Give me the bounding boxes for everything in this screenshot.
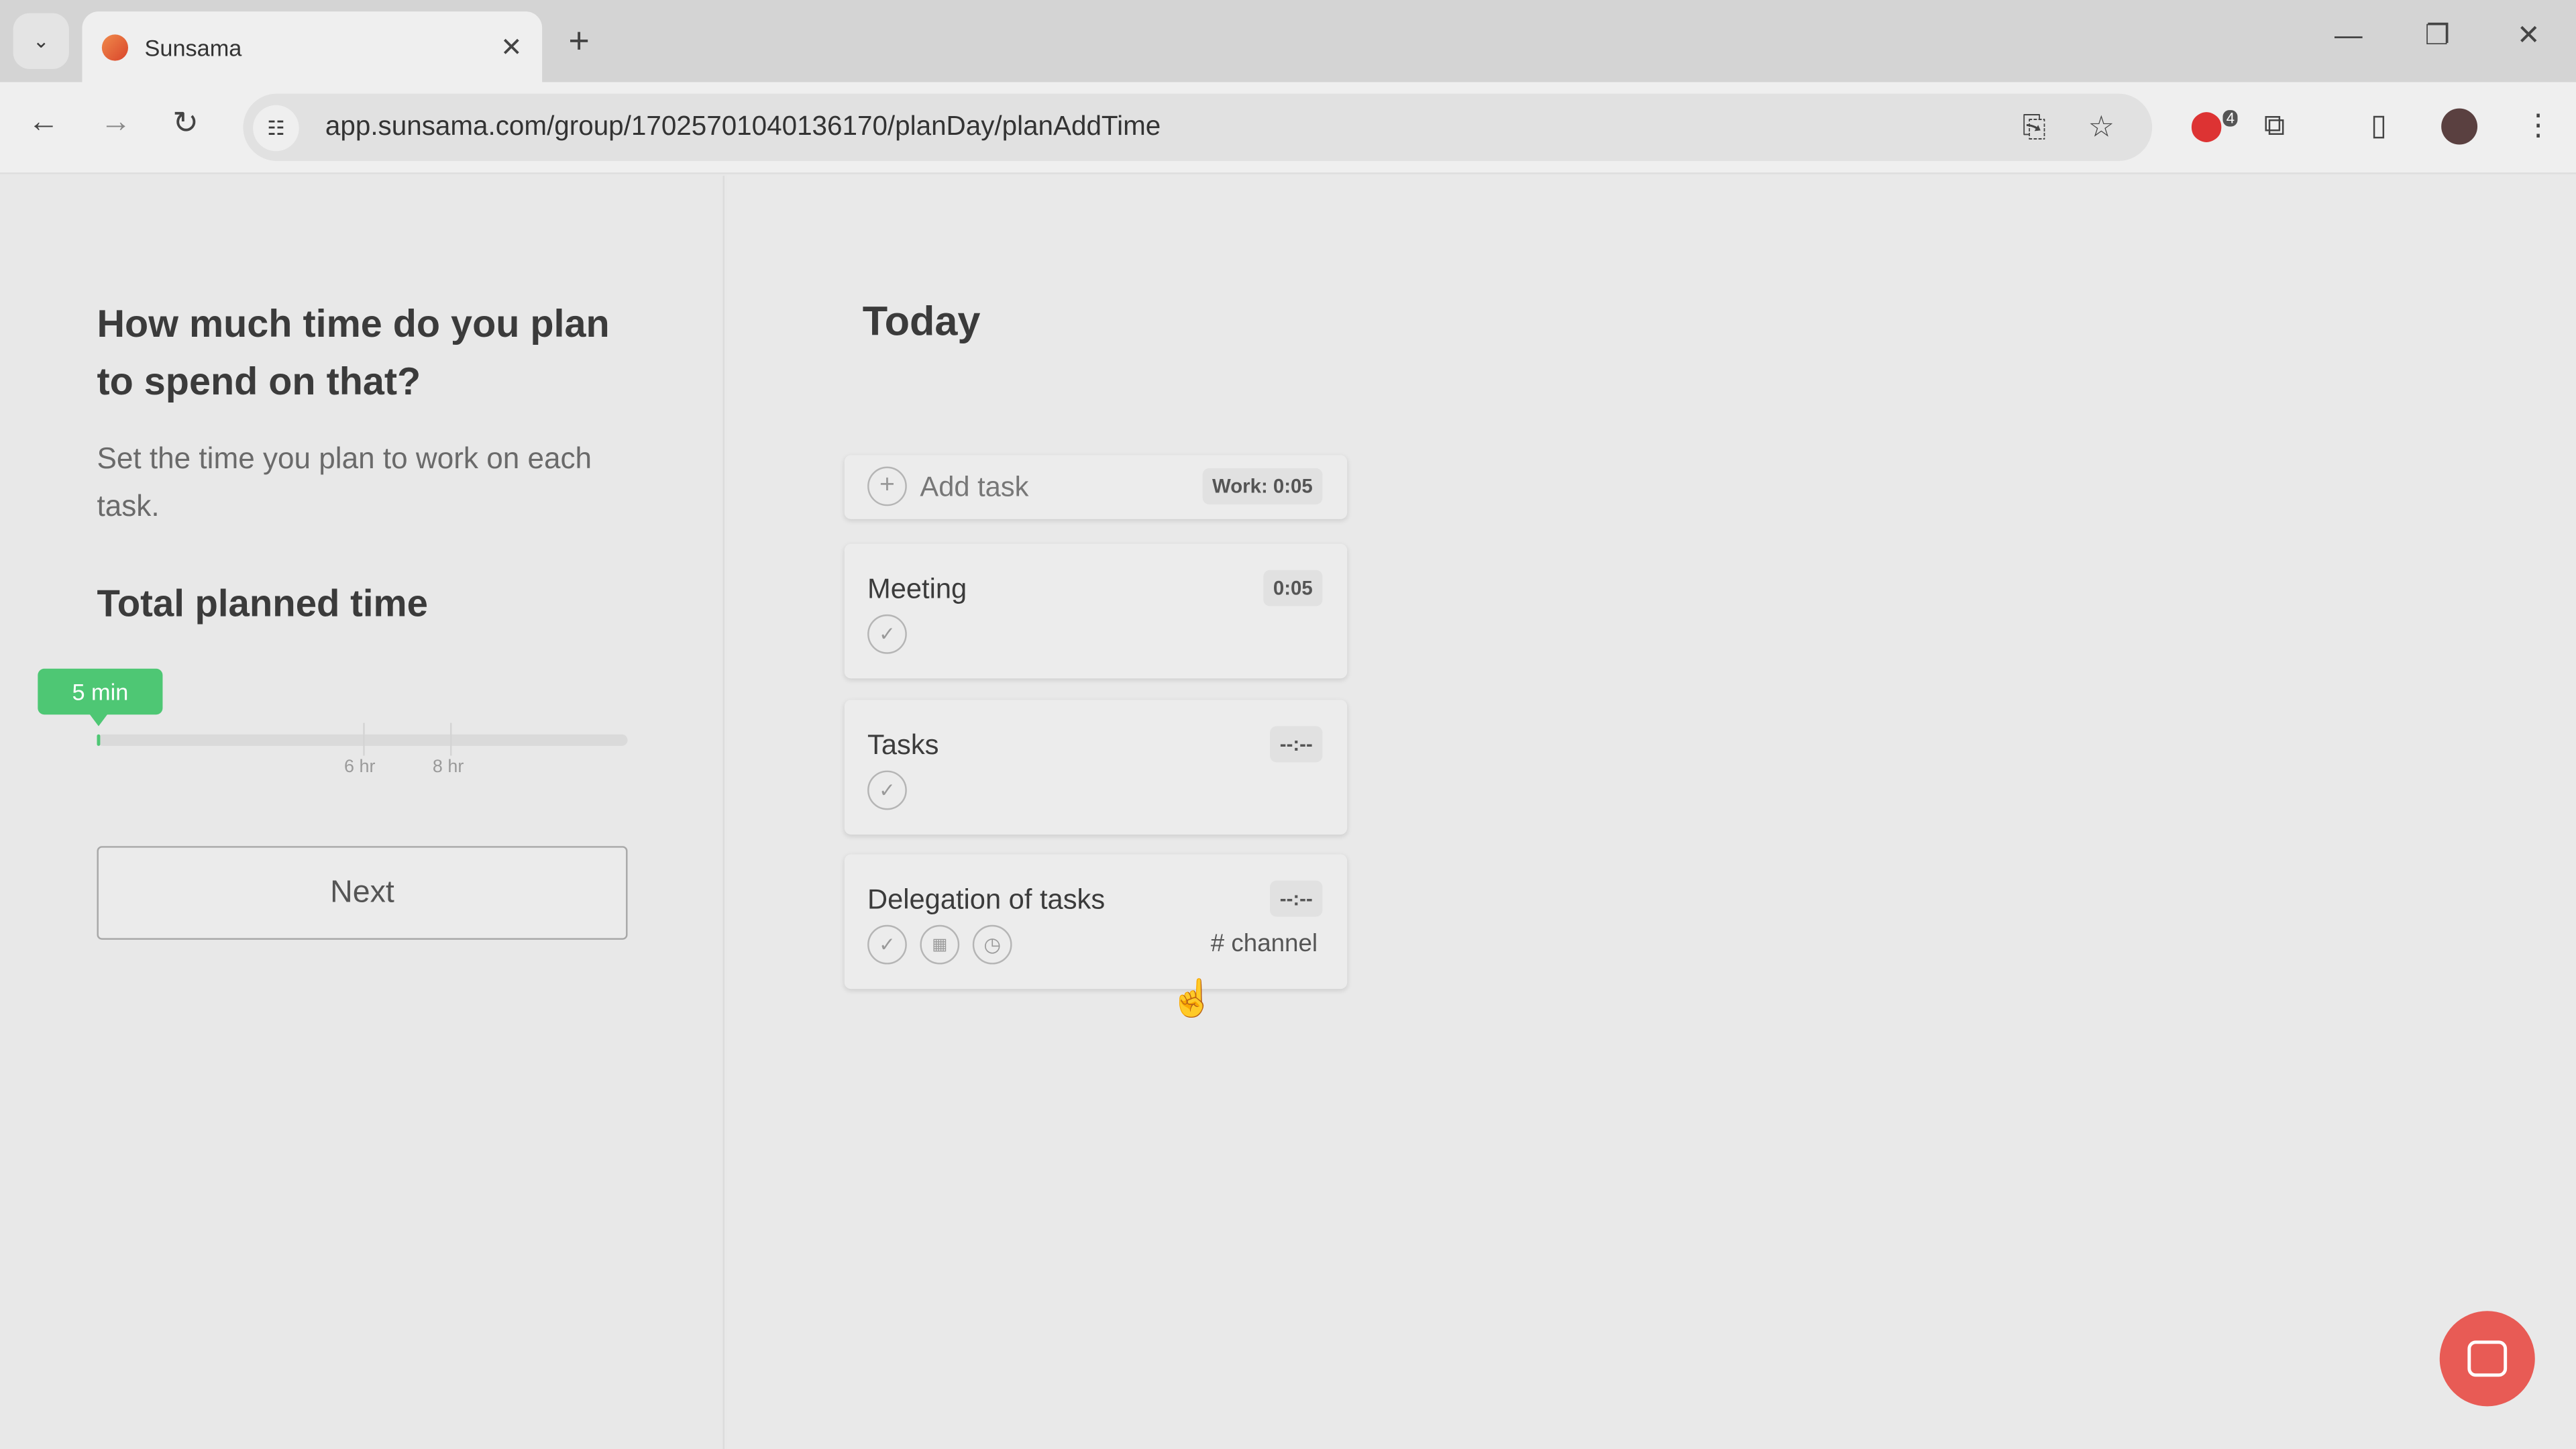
address-bar[interactable]: ☷ app.sunsama.com/group/1702570104013617… [243, 93, 2153, 162]
add-task-card[interactable]: + Add task Work: 0:05 [844, 455, 1348, 519]
hand-cursor-icon: ☝ [1169, 977, 1215, 1019]
clock-icon[interactable]: ◷ [972, 924, 1012, 965]
minimize-icon[interactable]: — [2334, 19, 2363, 52]
browser-tab[interactable]: Sunsama ✕ [82, 11, 543, 83]
complete-check-icon[interactable]: ✓ [867, 614, 907, 654]
browser-toolbar: ← → ↻ ☷ app.sunsama.com/group/1702570104… [0, 82, 2576, 174]
task-card[interactable]: Delegation of tasks --:-- ✓ ▦ ◷ # channe… [844, 854, 1348, 989]
extensions-puzzle-icon[interactable]: ⧉ [2264, 109, 2285, 143]
task-title: Meeting [867, 573, 967, 605]
url-text[interactable]: app.sunsama.com/group/17025701040136170/… [325, 112, 1161, 144]
planned-time-fill [97, 734, 101, 746]
task-card[interactable]: Tasks --:-- ✓ [844, 700, 1348, 835]
task-title: Tasks [867, 729, 939, 761]
next-button[interactable]: Next [97, 846, 628, 940]
tick-label-8hr: 8 hr [432, 757, 464, 777]
add-task-label[interactable]: Add task [920, 472, 1028, 504]
close-tab-icon[interactable]: ✕ [500, 30, 523, 63]
complete-check-icon[interactable]: ✓ [867, 770, 907, 810]
channel-tag[interactable]: # channel [1211, 930, 1318, 958]
tab-search-chevron-icon[interactable]: ⌄ [13, 13, 69, 69]
total-planned-label: Total planned time [97, 581, 428, 625]
bookmark-star-icon[interactable]: ☆ [2088, 110, 2115, 144]
plus-icon: + [867, 466, 907, 506]
extension-icon[interactable]: ⬤ 4 [2190, 109, 2238, 143]
today-title: Today [862, 299, 981, 345]
task-time[interactable]: --:-- [1270, 726, 1323, 763]
chat-icon [2467, 1340, 2508, 1377]
page-subtext: Set the time you plan to work on each ta… [97, 441, 592, 523]
site-settings-icon[interactable]: ☷ [253, 104, 299, 151]
channel-name: channel [1231, 930, 1318, 958]
chat-launcher-button[interactable] [2439, 1311, 2535, 1407]
restore-icon[interactable]: ❐ [2425, 19, 2450, 52]
new-tab-icon[interactable]: + [568, 19, 589, 62]
task-time[interactable]: --:-- [1270, 880, 1323, 917]
tick-label-6hr: 6 hr [344, 757, 376, 777]
tab-bar: ⌄ Sunsama ✕ + — ❐ ✕ [0, 0, 2576, 83]
side-panel-icon[interactable]: ▯ [2371, 109, 2387, 143]
back-icon[interactable]: ← [28, 105, 60, 142]
tick-6hr [362, 722, 364, 756]
extension-badge: 4 [2222, 110, 2238, 127]
page-heading: How much time do you plan to spend on th… [97, 302, 610, 403]
complete-check-icon[interactable]: ✓ [867, 924, 907, 965]
forward-icon[interactable]: → [100, 105, 131, 142]
tick-8hr [450, 722, 453, 756]
task-card[interactable]: Meeting 0:05 ✓ [844, 543, 1348, 679]
calendar-icon[interactable]: ▦ [920, 924, 960, 965]
install-app-icon[interactable]: ⎘ [2023, 110, 2046, 144]
tab-title: Sunsama [144, 34, 242, 60]
profile-avatar[interactable] [2441, 108, 2478, 145]
planned-time-bubble: 5 min [38, 668, 163, 727]
sunsama-favicon-icon [101, 34, 129, 60]
menu-kebab-icon[interactable]: ⋮ [2524, 109, 2553, 143]
work-time-badge: Work: 0:05 [1202, 468, 1323, 504]
task-title: Delegation of tasks [867, 883, 1106, 916]
reload-icon[interactable]: ↻ [172, 105, 199, 143]
task-time[interactable]: 0:05 [1263, 570, 1323, 606]
close-window-icon[interactable]: ✕ [2517, 19, 2540, 52]
